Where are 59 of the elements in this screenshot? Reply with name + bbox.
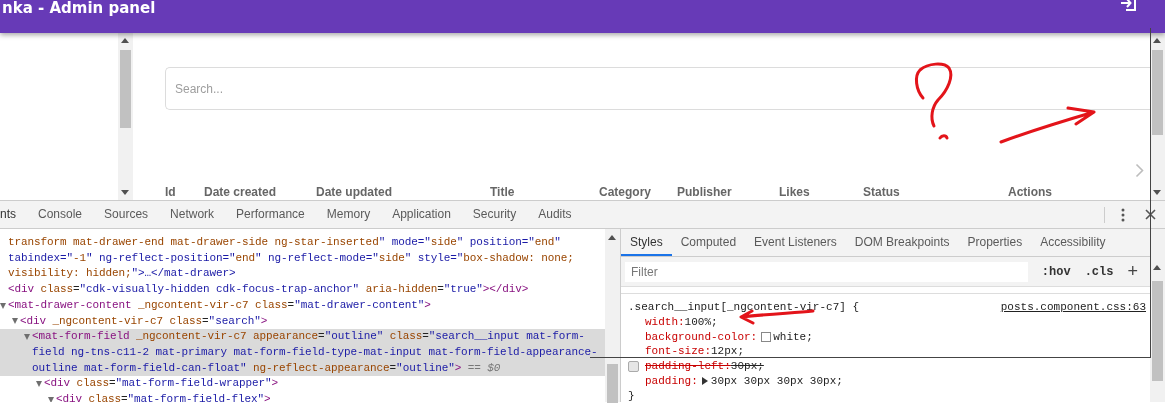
column-header: Status	[863, 184, 900, 201]
styles-tab[interactable]: Computed	[671, 229, 746, 256]
css-property: font-size:	[645, 344, 711, 360]
scrollbar[interactable]	[1150, 229, 1165, 402]
filter-toggle[interactable]: .cls	[1084, 262, 1114, 281]
css-value: white;	[773, 329, 813, 345]
devtools-tab[interactable]: Security	[461, 201, 528, 228]
color-swatch-icon[interactable]	[761, 332, 772, 342]
dom-tree-row[interactable]: <div class="mat-form-field-wrapper">	[0, 376, 605, 393]
devtools-tab[interactable]: Performance	[225, 201, 316, 228]
css-property: padding:	[645, 374, 698, 389]
dom-node-markup: <div class="mat-form-field-flex">	[56, 392, 271, 402]
css-selector: .search__input[_ngcontent-vir-c7] {	[628, 300, 860, 315]
more-options-icon[interactable]	[1121, 207, 1125, 222]
column-header: Id	[165, 184, 176, 201]
close-icon[interactable]	[1145, 209, 1156, 220]
styles-tab[interactable]: Properties	[958, 229, 1032, 256]
column-header: Likes	[779, 184, 810, 201]
devtools-tab[interactable]: Console	[27, 201, 94, 228]
styles-tab[interactable]: Event Listeners	[745, 229, 846, 256]
css-value: 100%;	[684, 314, 718, 330]
devtools-tab[interactable]: nts	[0, 201, 27, 228]
column-header: Publisher	[677, 184, 732, 201]
dom-tree-row[interactable]: <div class="mat-form-field-flex">	[0, 392, 605, 402]
css-property: background-color:	[645, 329, 758, 345]
devtools-tab[interactable]: Sources	[93, 201, 160, 228]
column-header: Category	[599, 184, 651, 201]
css-value: 12px;	[711, 344, 745, 360]
styles-tab[interactable]: Accessibility	[1031, 229, 1115, 256]
scrollbar[interactable]	[118, 33, 133, 200]
devtools-tab[interactable]: Memory	[315, 201, 382, 228]
expand-arrow-icon[interactable]	[701, 377, 708, 386]
dom-node-markup: <div class="mat-form-field-wrapper">	[44, 376, 279, 392]
styles-tab[interactable]: DOM Breakpoints	[845, 229, 959, 256]
scrollbar[interactable]	[605, 229, 620, 402]
css-brace: }	[628, 388, 636, 403]
dom-node-markup: <mat-drawer-content _ngcontent-vir-c7 class="mat-drawer-content">	[8, 297, 431, 313]
column-header: Title	[490, 184, 515, 201]
column-header: Date created	[204, 184, 277, 201]
css-value: 30px 30px 30px 30px;	[710, 374, 843, 389]
css-property: width:	[645, 314, 685, 330]
checkbox[interactable]	[628, 361, 639, 373]
filter-field[interactable]: Filter	[625, 261, 1028, 282]
column-header: Date updated	[316, 184, 392, 201]
devtools-tab[interactable]: Network	[159, 201, 226, 228]
column-header: Actions	[1008, 184, 1052, 201]
dom-tree-row[interactable]: <mat-drawer-content _ngcontent-vir-c7 class="mat-drawer-content">	[0, 297, 605, 314]
logout-icon[interactable]	[1119, 0, 1137, 12]
css-property: padding-left:	[645, 359, 731, 374]
css-value: 30px;	[730, 359, 764, 374]
source-link[interactable]: posts.component.css:63	[1000, 300, 1146, 315]
dom-node-markup: <div _ngcontent-vir-c7 class="search">	[20, 313, 268, 329]
dom-node-markup: <mat-form-field _ngcontent-vir-c7 appearance="outline" class="search__input mat-form- field ng-tns-c11-2 mat-primary mat-form-field-type-mat-input mat-form-field-appearance- outline mat-form-field-can-float" ng-reflect-appearance="outline"> == $0	[32, 329, 598, 376]
filter-toggle[interactable]: +	[1127, 258, 1138, 285]
devtools-tab[interactable]: Audits	[527, 201, 583, 228]
app-title: nka - Admin panel	[2, 0, 156, 17]
devtools-tab[interactable]: Application	[381, 201, 462, 228]
filter-toggle[interactable]: :hov	[1041, 262, 1071, 281]
search-field[interactable]: Search...	[165, 67, 1150, 110]
